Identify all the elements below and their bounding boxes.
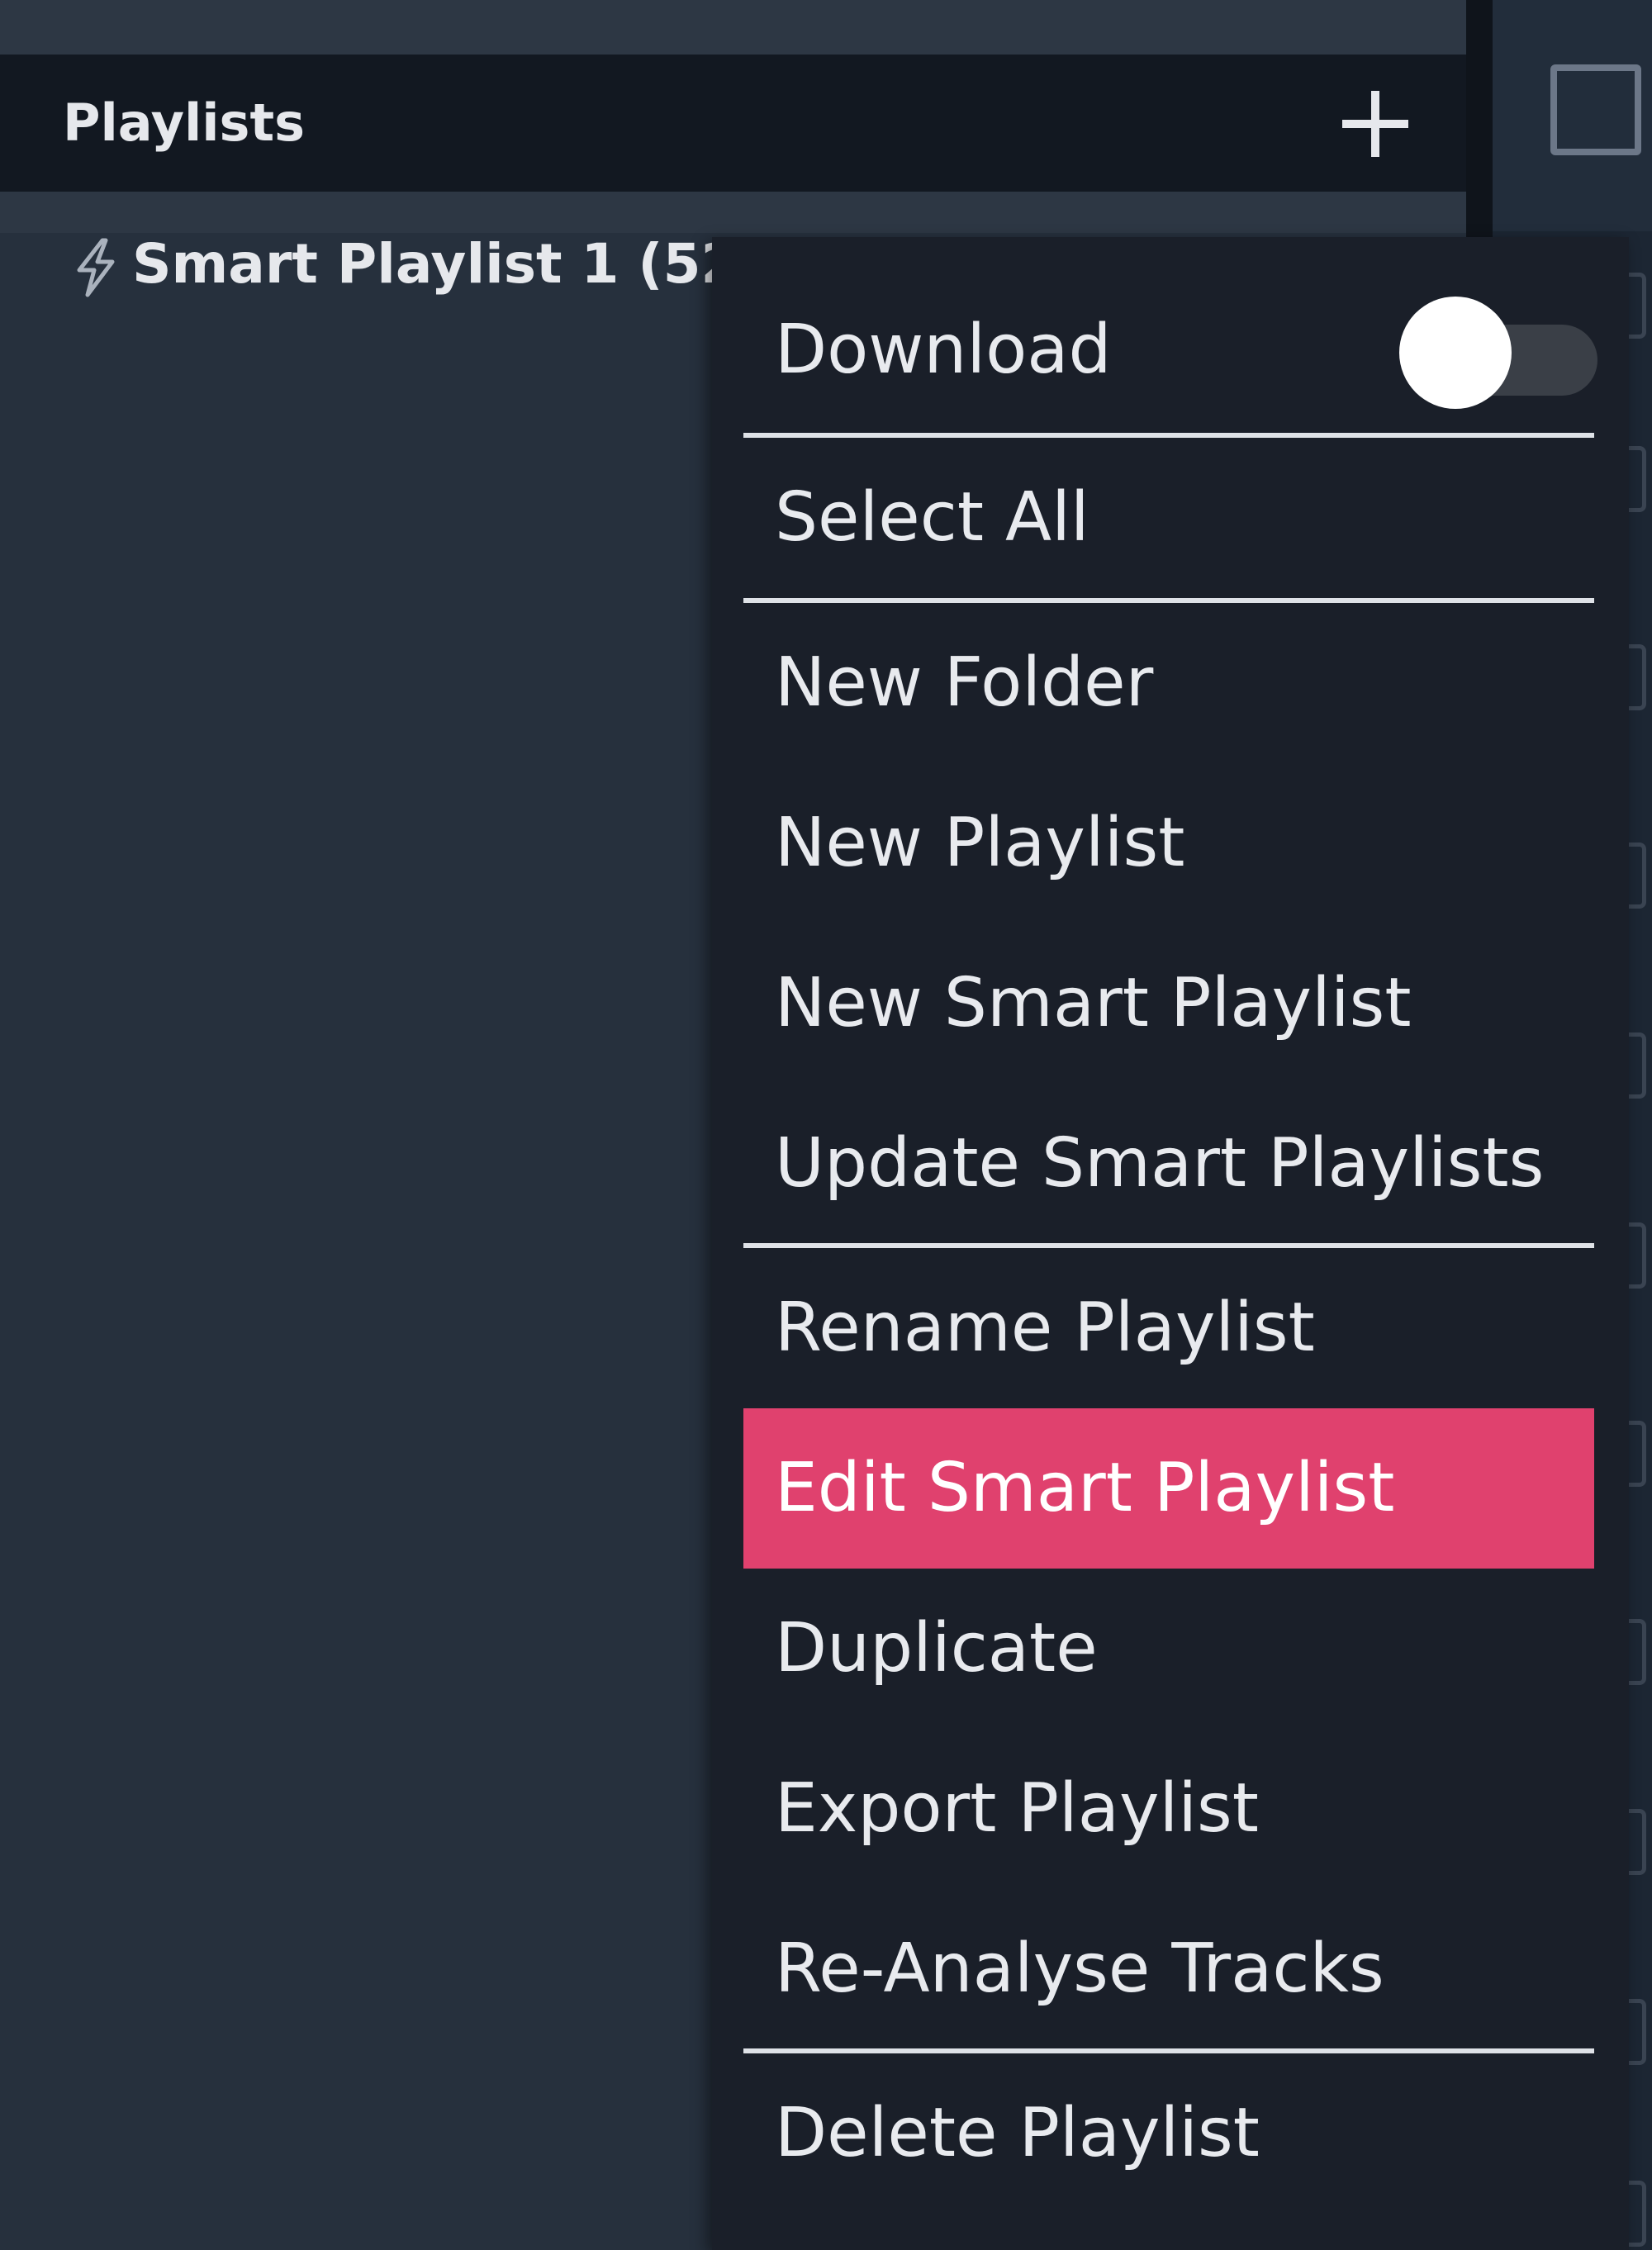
edge-tick <box>1629 644 1646 710</box>
menu-item-label: Duplicate <box>775 1609 1098 1688</box>
plus-icon <box>1342 91 1408 157</box>
menu-item-update-smart-playlists[interactable]: Update Smart Playlists <box>743 1084 1594 1244</box>
add-playlist-button[interactable] <box>1330 83 1421 165</box>
select-all-checkbox[interactable] <box>1550 64 1641 155</box>
edge-tick <box>1629 1032 1646 1099</box>
toggle-knob <box>1399 297 1512 409</box>
menu-item-new-smart-playlist[interactable]: New Smart Playlist <box>743 923 1594 1084</box>
menu-item-label: Update Smart Playlists <box>775 1124 1545 1203</box>
menu-item-rename-playlist[interactable]: Rename Playlist <box>743 1248 1594 1408</box>
edge-tick <box>1629 843 1646 909</box>
menu-item-label: New Smart Playlist <box>775 964 1412 1042</box>
menu-item-select-all[interactable]: Select All <box>743 438 1594 598</box>
edge-tick <box>1629 1809 1646 1875</box>
edge-tick <box>1629 446 1646 512</box>
menu-item-label: New Folder <box>775 643 1154 722</box>
edge-tick <box>1629 2181 1646 2247</box>
edge-tick <box>1629 1222 1646 1289</box>
menu-item-label: Delete Playlist <box>775 2094 1260 2172</box>
playlist-item-label: Smart Playlist 1 (52 <box>132 232 739 296</box>
playlists-title: Playlists <box>63 93 305 153</box>
menu-item-download[interactable]: Download <box>743 270 1597 430</box>
menu-item-label: Download <box>775 311 1112 389</box>
menu-item-label: Select All <box>775 478 1089 557</box>
tracks-panel-header <box>1493 0 1652 231</box>
menu-item-label: Export Playlist <box>775 1769 1259 1848</box>
playlists-header: Playlists <box>0 55 1466 192</box>
edge-tick <box>1629 273 1646 339</box>
edge-tick <box>1629 1421 1646 1487</box>
menu-item-edit-smart-playlist[interactable]: Edit Smart Playlist <box>743 1408 1594 1569</box>
menu-item-new-folder[interactable]: New Folder <box>743 603 1594 763</box>
menu-item-label: New Playlist <box>775 804 1185 882</box>
menu-item-label: Rename Playlist <box>775 1289 1315 1367</box>
menu-item-duplicate[interactable]: Duplicate <box>743 1569 1594 1729</box>
menu-item-delete-playlist[interactable]: Delete Playlist <box>743 2053 1594 2214</box>
menu-item-label: Re-Analyse Tracks <box>775 1930 1384 2008</box>
context-menu: Download Select All New Folder New Playl… <box>712 237 1629 2250</box>
bolt-icon <box>77 238 115 297</box>
top-strip <box>0 0 1466 55</box>
menu-item-re-analyse-tracks[interactable]: Re-Analyse Tracks <box>743 1889 1594 2049</box>
menu-item-label: Edit Smart Playlist <box>775 1449 1395 1527</box>
edge-tick <box>1629 1999 1646 2065</box>
menu-item-new-playlist[interactable]: New Playlist <box>743 763 1594 923</box>
download-toggle[interactable] <box>1399 297 1601 409</box>
menu-item-export-playlist[interactable]: Export Playlist <box>743 1729 1594 1889</box>
edge-tick <box>1629 1619 1646 1685</box>
